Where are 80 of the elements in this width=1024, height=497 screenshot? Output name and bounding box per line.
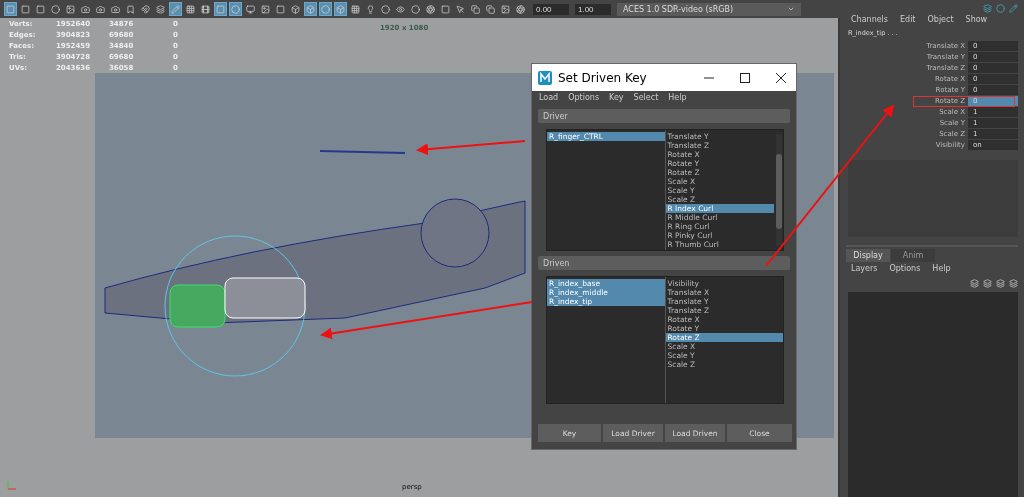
image-icon [501,4,510,14]
light-icon [366,4,375,14]
menu-item[interactable]: Options [568,93,600,102]
menu-item[interactable]: Help [668,93,687,102]
toolbar-button[interactable] [34,2,47,16]
section-header[interactable]: Driver [538,109,790,123]
copy-icon [471,4,480,14]
toolbar-button[interactable] [244,2,257,16]
tab[interactable]: Anim [891,249,935,262]
exposure-field[interactable]: 0.00 [533,3,569,15]
color-space-dropdown[interactable]: ACES 1.0 SDR-video (sRGB) [617,2,801,16]
layer-icon[interactable] [1009,279,1018,288]
checker-icon [351,4,360,14]
eye-icon [396,4,405,14]
cube-icon [291,4,300,14]
cube-icon [336,4,345,14]
maximize-icon [740,72,750,83]
menu-item[interactable]: Show [965,15,988,24]
circle-icon [381,4,390,14]
toolbar-button[interactable] [469,2,482,16]
monitor-icon [246,4,255,14]
toolbar-button[interactable] [289,2,302,16]
toolbar-button[interactable] [259,2,272,16]
menu-item[interactable]: Help [932,264,951,273]
menu-item[interactable]: Options [889,264,921,273]
scroll-thumb[interactable] [776,154,782,229]
gamma-field[interactable]: 1.00 [575,3,611,15]
menu-item[interactable]: Key [609,93,624,102]
square-icon [216,4,225,14]
square-icon [36,4,45,14]
bookmark-icon [126,4,135,14]
square-icon [6,4,15,14]
section-header[interactable]: Driven [538,256,790,270]
axis-icon [6,479,18,491]
camera-icon [111,4,120,14]
toolbar-button[interactable] [139,2,152,16]
square-icon [441,4,450,14]
app-logo-icon [538,70,552,85]
layers-icon[interactable] [983,4,992,13]
toolbar-button[interactable] [454,2,467,16]
toolbar-button[interactable] [439,2,452,16]
toolbar-button[interactable] [64,2,77,16]
toolbar-button[interactable] [124,2,137,16]
menu-item[interactable]: Object [927,15,954,24]
layers-icon [156,4,165,14]
toolbar-button[interactable] [484,2,497,16]
grid-icon [186,4,195,14]
menu-item[interactable]: Load [539,93,559,102]
menu-item[interactable]: Layers [851,264,878,273]
toolbar-button[interactable] [349,2,362,16]
menu-item[interactable]: Select [633,93,659,102]
close-icon [776,72,786,83]
image-icon [261,4,270,14]
toolbar-button[interactable] [154,2,167,16]
caret-icon [787,5,795,13]
pencil-icon[interactable] [1009,4,1018,13]
copy-icon [486,4,495,14]
image-icon [66,4,75,14]
magnet-icon [141,4,150,14]
cube-icon [306,4,315,14]
circle-icon [231,4,240,14]
pencil-icon [171,4,180,14]
toolbar-button[interactable] [379,2,392,16]
toolbar-button[interactable] [499,2,512,16]
tab[interactable]: Display [846,249,890,262]
toolbar-button[interactable] [184,2,197,16]
camera-icon [81,4,90,14]
camera-icon [96,4,105,14]
dialog-title: Set Driven Key [558,70,648,85]
pointer-icon [456,4,465,14]
film-icon [201,4,210,14]
menu-item[interactable]: Edit [900,15,916,24]
color-space-label: ACES 1.0 SDR-video (sRGB) [623,4,734,14]
scrollbar[interactable] [776,134,782,246]
layer-icon[interactable] [970,279,979,288]
layer-icon[interactable] [996,279,1005,288]
toolbar-button[interactable] [199,2,212,16]
circle-icon[interactable] [996,4,1005,13]
layer-icon[interactable] [983,279,992,288]
menu-item[interactable]: Channels [851,15,888,24]
